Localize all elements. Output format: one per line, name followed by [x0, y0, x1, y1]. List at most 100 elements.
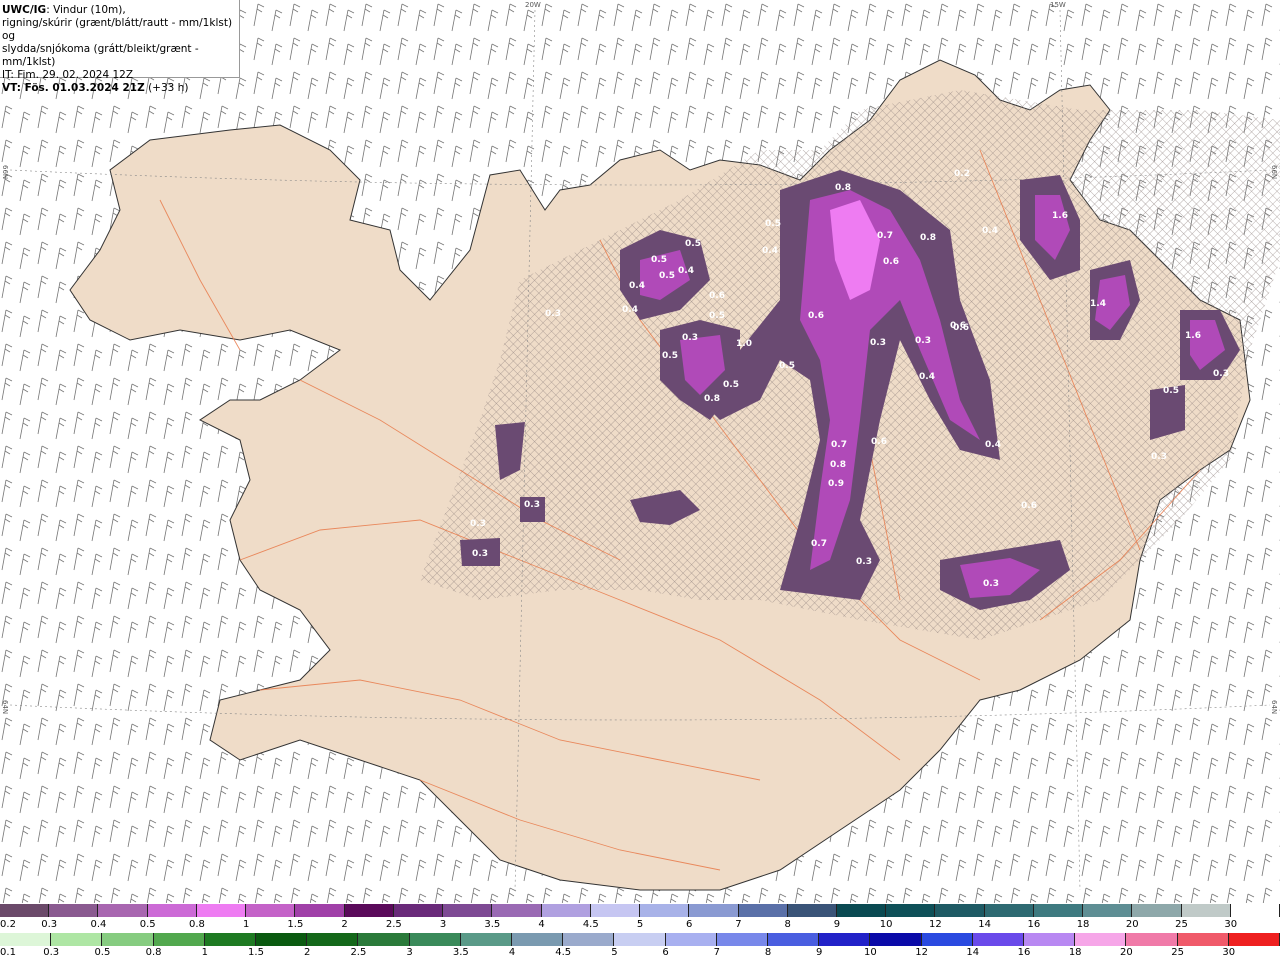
precip-value: 0.4 — [762, 246, 778, 256]
precip-value: 0.3 — [983, 579, 999, 589]
legend-tick-label: 4.5 — [582, 919, 599, 930]
initial-time: IT: Fim. 29. 02. 2024 12Z — [2, 69, 134, 81]
legend-tick-label: 0.4 — [90, 919, 107, 930]
legend-tick-label: 1 — [201, 947, 208, 958]
legend-swatch — [307, 933, 359, 946]
precip-value: 0.2 — [954, 169, 970, 179]
legend-tick-label: 3.5 — [484, 919, 501, 930]
precip-value: 0.4 — [678, 266, 694, 276]
product-title: : Vindur (10m), — [46, 4, 126, 16]
legend-tick-label: 0.5 — [94, 947, 111, 958]
legend-tick-label: 4 — [508, 947, 516, 958]
legend-swatch — [768, 933, 820, 946]
legend-swatch — [204, 933, 257, 946]
legend-swatch — [716, 933, 769, 946]
precip-value: 0.5 — [723, 380, 739, 390]
legend-swatch — [640, 904, 690, 917]
precip-value: 0.3 — [682, 333, 698, 343]
legend-swatch — [256, 933, 308, 946]
legend-swatch — [836, 904, 887, 917]
legend-rain-colorbar — [0, 933, 1280, 946]
legend-tick-label: 30 — [1224, 919, 1238, 930]
legend-tick-label: 3.5 — [452, 947, 469, 958]
product-code: UWC/IG — [2, 4, 47, 16]
legend-swatch — [344, 904, 394, 917]
legend-swatch — [787, 904, 837, 917]
precip-value: 1.0 — [736, 339, 752, 349]
precip-value: 0.4 — [629, 281, 645, 291]
legend-swatch — [1181, 904, 1231, 917]
legend-swatch — [246, 904, 296, 917]
precip-value: 0.5 — [651, 255, 667, 265]
precip-value: 0.8 — [920, 233, 936, 243]
legend-tick-label: 9 — [816, 947, 823, 958]
precip-value: 0.6 — [871, 437, 887, 447]
precip-value: 0.8 — [830, 460, 846, 470]
legend-swatch — [0, 904, 50, 917]
precip-value: 0.3 — [524, 500, 540, 510]
legend-tick-label: 18 — [1076, 919, 1090, 930]
legend-tick-label: 0.5 — [139, 919, 156, 930]
precip-value: 0.3 — [470, 519, 486, 529]
legend-swatch — [1230, 904, 1280, 917]
precip-value: 0.3 — [870, 338, 886, 348]
legend-swatch — [295, 904, 345, 917]
legend-swatch — [935, 904, 985, 917]
legend-tick-label: 8 — [784, 919, 791, 930]
legend-tick-label: 5 — [636, 919, 644, 930]
precip-value: 0.3 — [1213, 369, 1229, 379]
precip-value: 0.5 — [685, 239, 701, 249]
precip-value: 0.6 — [709, 291, 725, 301]
legend-swatch — [870, 933, 922, 946]
legend-tick-label: 7 — [713, 947, 720, 958]
legend-swatch — [0, 933, 52, 946]
legend-swatch — [665, 933, 717, 946]
product-line3: slydda/snjókoma (grátt/bleikt/grænt - mm… — [2, 43, 199, 68]
legend-tick-label: 10 — [879, 919, 893, 930]
precip-value: 0.5 — [662, 351, 678, 361]
legend-tick-label: 1.5 — [287, 919, 304, 930]
legend-tick-label: 0.8 — [145, 947, 162, 958]
precip-value: 0.4 — [985, 440, 1001, 450]
legend-tick-label: 16 — [1027, 919, 1041, 930]
legend-swatch — [358, 933, 410, 946]
legend-tick-label: 25 — [1171, 947, 1184, 958]
legend-tick-label: 0.1 — [0, 947, 16, 958]
legend-tick-label: 9 — [833, 919, 841, 930]
legend-tick-label: 14 — [966, 947, 980, 958]
lat-label-64n-left: 64N — [1, 700, 9, 715]
legend-swatch — [460, 933, 513, 946]
legend-swatch — [1228, 933, 1280, 946]
legend-tick-label: 1.5 — [248, 947, 264, 958]
precip-value: 0.4 — [919, 372, 935, 382]
legend-swatch — [1075, 933, 1127, 946]
legend-tick-label: 0.3 — [41, 919, 58, 930]
lead-time: (+33 h) — [144, 82, 189, 94]
legend-tick-label: 20 — [1125, 919, 1139, 930]
legend-swatch — [1033, 904, 1084, 917]
legend-tick-label: 4 — [538, 919, 545, 930]
legend-tick-label: 2.5 — [350, 947, 367, 958]
precip-value: 0.4 — [982, 226, 998, 236]
legend-tick-label: 14 — [978, 919, 991, 930]
precip-value: 0.3 — [545, 309, 561, 319]
precip-value: 1.6 — [1052, 211, 1068, 221]
legend-tick-label: 1 — [242, 919, 250, 930]
legend-swatch — [819, 933, 871, 946]
lat-label-66n-right: 66N — [1270, 165, 1278, 180]
lon-label-15w: 15W — [1050, 1, 1066, 9]
map-viewer: { "header": { "title_bold": "UWC/IG", "t… — [0, 0, 1280, 960]
legend-tick-label: 3 — [406, 947, 413, 958]
precip-value: 0.6 — [1021, 501, 1037, 511]
legend-swatch — [590, 904, 641, 917]
precip-value: 0.5 — [765, 219, 781, 229]
precip-value: 0.3 — [915, 336, 931, 346]
legend-swatch — [153, 933, 205, 946]
legend-tick-label: 12 — [929, 919, 942, 930]
legend-tick-label: 8 — [764, 947, 772, 958]
legend-swatch — [886, 904, 936, 917]
lon-label-20w: 20W — [525, 1, 541, 9]
legend-swatch — [512, 933, 564, 946]
precip-value: 0.6 — [808, 311, 824, 321]
legend-tick-label: 3 — [439, 919, 447, 930]
